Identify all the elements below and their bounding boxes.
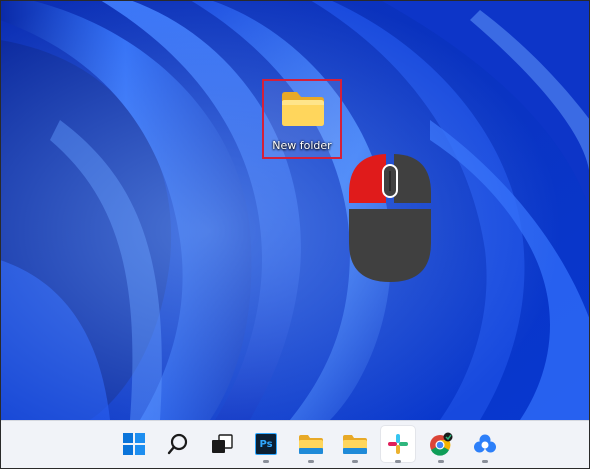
taskbar-start-button[interactable] — [117, 426, 151, 462]
taskbar-app-file-explorer-2[interactable] — [338, 426, 372, 463]
desktop-item-new-folder[interactable]: New folder — [262, 79, 342, 159]
desktop-screen: New folder Ps — [0, 0, 590, 469]
running-indicator — [482, 460, 488, 463]
app-icon — [474, 434, 496, 453]
mouse-right-button — [394, 154, 431, 203]
taskbar-task-view-button[interactable] — [205, 426, 239, 462]
windows-start-icon — [123, 433, 145, 455]
mouse-body — [349, 209, 431, 282]
running-indicator — [395, 460, 401, 463]
desktop-wallpaper — [0, 0, 590, 420]
photoshop-icon: Ps — [255, 433, 277, 455]
running-indicator — [263, 460, 269, 463]
chrome-icon — [430, 432, 453, 456]
taskbar-app-file-explorer[interactable] — [294, 426, 328, 463]
taskbar-app-cloud[interactable] — [468, 426, 502, 463]
slack-icon — [388, 434, 408, 454]
mouse-right-click-icon — [349, 154, 431, 282]
task-view-icon — [212, 434, 233, 453]
running-indicator — [352, 460, 358, 463]
desktop-item-label: New folder — [272, 139, 332, 152]
taskbar-app-photoshop[interactable]: Ps — [249, 426, 283, 463]
file-explorer-icon — [299, 435, 323, 454]
running-indicator — [308, 460, 314, 463]
taskbar: Ps — [0, 420, 590, 469]
folder-icon — [282, 92, 324, 126]
running-indicator — [438, 460, 444, 463]
taskbar-app-slack[interactable] — [381, 426, 415, 463]
taskbar-search-button[interactable] — [161, 426, 195, 462]
search-icon — [167, 433, 188, 455]
mouse-left-button — [349, 154, 386, 203]
taskbar-app-chrome[interactable] — [424, 426, 458, 463]
file-explorer-icon — [343, 435, 367, 454]
